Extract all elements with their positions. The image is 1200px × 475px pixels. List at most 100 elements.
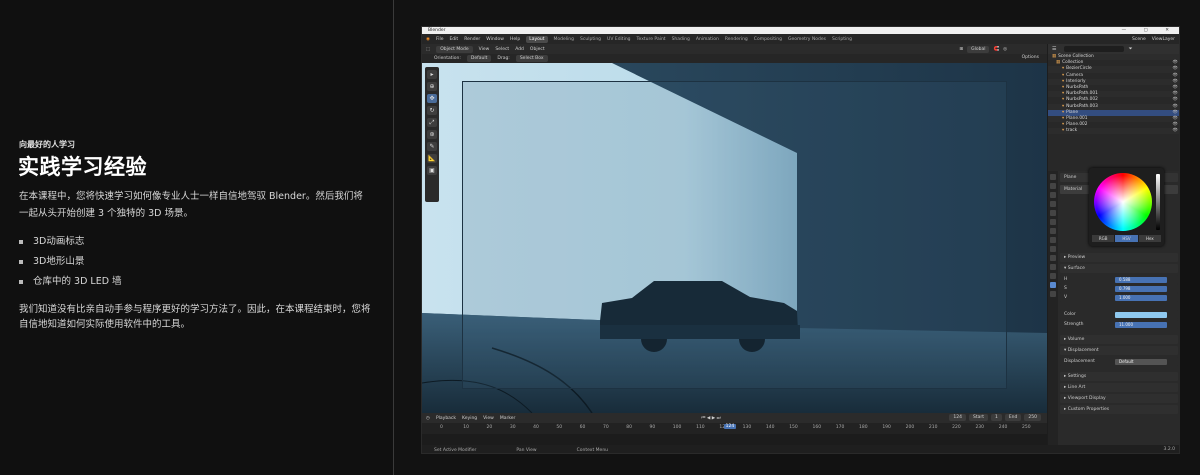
top-menubar: ◉ File Edit Render Window Help Layout Mo… bbox=[422, 34, 1179, 44]
playback-controls-icon[interactable]: ⏮ ◀ ▶ ⏭ bbox=[701, 415, 720, 421]
measure-tool-icon[interactable]: 📐 bbox=[427, 154, 437, 163]
timeline-tick: 20 bbox=[486, 425, 493, 430]
add-cube-tool-icon[interactable]: ▣ bbox=[427, 166, 437, 175]
blender-logo-icon[interactable]: ◉ bbox=[426, 37, 430, 42]
timeline-editor-icon[interactable]: ◷ bbox=[426, 416, 430, 421]
timeline-track[interactable] bbox=[422, 434, 1047, 445]
menu-window[interactable]: Window bbox=[486, 37, 504, 42]
end-field[interactable]: 250 bbox=[1024, 414, 1041, 421]
visibility-icon[interactable]: 👁 bbox=[1173, 128, 1178, 134]
transform-orientation-icon[interactable]: ⊞ bbox=[959, 47, 963, 52]
menu-view-timeline[interactable]: View bbox=[483, 416, 494, 421]
color-field[interactable]: Color bbox=[1060, 310, 1178, 319]
menu-help[interactable]: Help bbox=[510, 37, 520, 42]
preview-section[interactable]: ▸ Preview bbox=[1060, 253, 1178, 262]
tab-uv-editing[interactable]: UV Editing bbox=[607, 37, 630, 42]
settings-section[interactable]: ▸ Settings bbox=[1060, 372, 1178, 381]
move-tool-icon[interactable]: ✥ bbox=[427, 94, 437, 103]
outliner-icon[interactable]: ☰ bbox=[1052, 46, 1056, 52]
annotate-tool-icon[interactable]: ✎ bbox=[427, 142, 437, 151]
tab-modeling[interactable]: Modeling bbox=[554, 37, 574, 42]
menu-object[interactable]: Object bbox=[530, 47, 545, 52]
menu-edit[interactable]: Edit bbox=[449, 37, 458, 42]
view-layer-tab-icon[interactable] bbox=[1050, 201, 1056, 207]
select-tool-icon[interactable]: ▸ bbox=[427, 70, 437, 79]
tab-hex[interactable]: Hex bbox=[1138, 235, 1161, 242]
drag-dropdown[interactable]: Select Box bbox=[515, 55, 548, 62]
value-slider[interactable] bbox=[1156, 174, 1160, 230]
volume-section[interactable]: ▸ Volume bbox=[1060, 335, 1178, 344]
editor-type-icon[interactable]: ⬚ bbox=[426, 47, 430, 52]
mode-dropdown[interactable]: Object Mode bbox=[436, 45, 473, 53]
scale-tool-icon[interactable]: ⤢ bbox=[427, 118, 437, 127]
scene-selector[interactable]: Scene bbox=[1132, 37, 1146, 42]
window-controls[interactable]: — ▢ ✕ bbox=[1122, 27, 1177, 34]
material-tab-icon[interactable] bbox=[1050, 282, 1056, 288]
output-tab-icon[interactable] bbox=[1050, 192, 1056, 198]
particles-tab-icon[interactable] bbox=[1050, 246, 1056, 252]
tab-animation[interactable]: Animation bbox=[696, 37, 719, 42]
menu-select[interactable]: Select bbox=[495, 47, 509, 52]
strength-field[interactable]: Strength 11.000 bbox=[1060, 320, 1178, 329]
outliner-item-label: Plane bbox=[1066, 109, 1078, 115]
menu-playback[interactable]: Playback bbox=[436, 416, 456, 421]
tab-texture-paint[interactable]: Texture Paint bbox=[637, 37, 666, 42]
transform-orientation-dropdown[interactable]: Global bbox=[967, 45, 990, 53]
view-layer-selector[interactable]: ViewLayer bbox=[1152, 37, 1175, 42]
world-tab-icon[interactable] bbox=[1050, 219, 1056, 225]
viewport-display-section[interactable]: ▸ Viewport Display bbox=[1060, 394, 1178, 403]
scene-tab-icon[interactable] bbox=[1050, 210, 1056, 216]
tab-scripting[interactable]: Scripting bbox=[832, 37, 852, 42]
list-item-label: 3D动画标志 bbox=[33, 236, 85, 247]
current-frame-indicator[interactable]: 124 bbox=[723, 424, 737, 429]
modifier-tab-icon[interactable] bbox=[1050, 237, 1056, 243]
current-frame-field[interactable]: 124 bbox=[949, 414, 966, 421]
color-wheel[interactable] bbox=[1094, 173, 1152, 231]
tab-hsv[interactable]: HSV bbox=[1115, 235, 1138, 242]
constraints-tab-icon[interactable] bbox=[1050, 264, 1056, 270]
outliner-item[interactable]: ▾ track 👁 bbox=[1048, 128, 1179, 135]
snap-icon[interactable]: 🧲 bbox=[993, 47, 999, 52]
tab-shading[interactable]: Shading bbox=[672, 37, 690, 42]
menu-add[interactable]: Add bbox=[515, 47, 524, 52]
tab-rgb[interactable]: RGB bbox=[1092, 235, 1115, 242]
start-field[interactable]: 1 bbox=[990, 414, 1002, 421]
menu-keying[interactable]: Keying bbox=[462, 416, 477, 421]
options-dropdown[interactable]: Options bbox=[1022, 55, 1039, 60]
3d-viewport[interactable] bbox=[422, 63, 1047, 413]
tab-layout[interactable]: Layout bbox=[526, 35, 548, 43]
line-art-section[interactable]: ▸ Line Art bbox=[1060, 383, 1178, 392]
proportional-edit-icon[interactable]: ◎ bbox=[1003, 47, 1007, 52]
data-tab-icon[interactable] bbox=[1050, 273, 1056, 279]
filter-icon[interactable]: ⏷ bbox=[1128, 46, 1132, 52]
tab-sculpting[interactable]: Sculpting bbox=[580, 37, 601, 42]
orientation-dropdown[interactable]: Default bbox=[466, 55, 492, 62]
tab-geometry-nodes[interactable]: Geometry Nodes bbox=[788, 37, 826, 42]
physics-tab-icon[interactable] bbox=[1050, 255, 1056, 261]
hsv-s-field[interactable]: S 0.798 bbox=[1060, 284, 1178, 293]
displacement-section[interactable]: ▾ Displacement bbox=[1060, 346, 1178, 355]
menu-marker[interactable]: Marker bbox=[500, 416, 516, 421]
tab-rendering[interactable]: Rendering bbox=[725, 37, 748, 42]
menu-render[interactable]: Render bbox=[464, 37, 480, 42]
texture-tab-icon[interactable] bbox=[1050, 291, 1056, 297]
render-tab-icon[interactable] bbox=[1050, 183, 1056, 189]
transform-tool-icon[interactable]: ⊛ bbox=[427, 130, 437, 139]
displacement-field[interactable]: Displacement Default bbox=[1060, 357, 1178, 366]
cursor-tool-icon[interactable]: ⊕ bbox=[427, 82, 437, 91]
rotate-tool-icon[interactable]: ↻ bbox=[427, 106, 437, 115]
outliner-search-input[interactable] bbox=[1064, 46, 1125, 52]
menu-file[interactable]: File bbox=[436, 37, 444, 42]
menu-view[interactable]: View bbox=[479, 47, 490, 52]
tool-tab-icon[interactable] bbox=[1050, 174, 1056, 180]
object-tab-icon[interactable] bbox=[1050, 228, 1056, 234]
start-label: Start bbox=[968, 414, 988, 421]
timeline-tick: 190 bbox=[882, 425, 891, 430]
hsv-h-field[interactable]: H 0.588 bbox=[1060, 275, 1178, 284]
custom-properties-section[interactable]: ▸ Custom Properties bbox=[1060, 405, 1178, 414]
tab-compositing[interactable]: Compositing bbox=[754, 37, 782, 42]
tool-shelf: ▸ ⊕ ✥ ↻ ⤢ ⊛ ✎ 📐 ▣ bbox=[425, 67, 439, 202]
surface-section[interactable]: ▾ Surface bbox=[1060, 264, 1178, 273]
hsv-v-field[interactable]: V 1.000 bbox=[1060, 293, 1178, 302]
timeline-ruler[interactable]: 0102030405060708090100110120130140150160… bbox=[422, 423, 1047, 434]
